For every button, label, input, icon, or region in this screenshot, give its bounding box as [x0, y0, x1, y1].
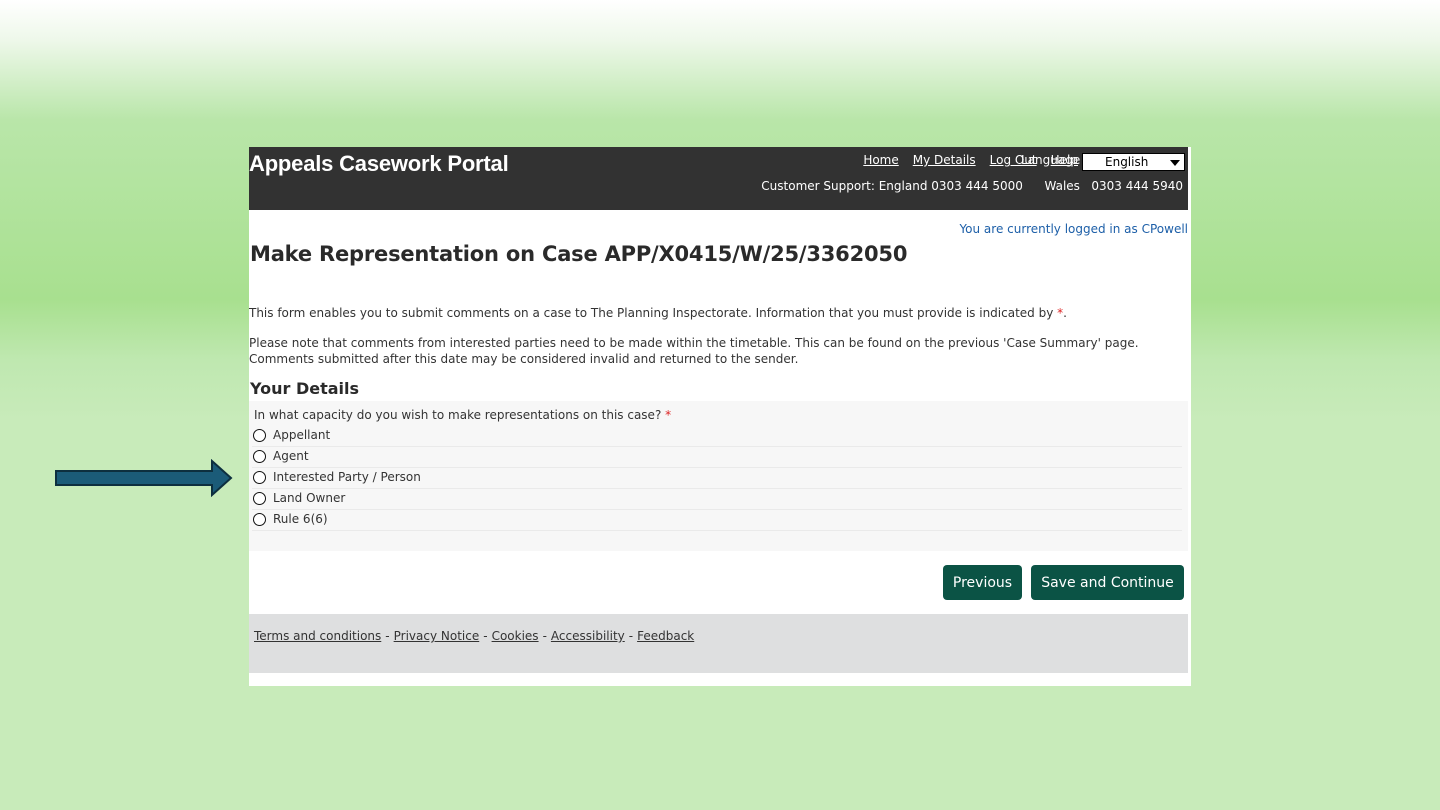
- capacity-question: In what capacity do you wish to make rep…: [254, 408, 671, 422]
- intro-text: This form enables you to submit comments…: [249, 305, 1169, 321]
- radio-option-appellant[interactable]: Appellant: [252, 426, 1182, 447]
- capacity-question-panel: In what capacity do you wish to make rep…: [249, 401, 1188, 551]
- page-title: Make Representation on Case APP/X0415/W/…: [250, 242, 908, 266]
- caret-down-icon: [1170, 160, 1180, 166]
- intro-sentence: This form enables you to submit comments…: [249, 306, 1054, 320]
- portal-header: Appeals Casework Portal Home My Details …: [249, 147, 1188, 210]
- language-label: Language: [1021, 153, 1081, 167]
- radio-unchecked-icon[interactable]: [253, 492, 266, 505]
- save-and-continue-button[interactable]: Save and Continue: [1031, 565, 1184, 600]
- language-selected-value: English: [1105, 155, 1149, 169]
- support-england: England 0303 444 5000: [878, 179, 1023, 193]
- timetable-note: Please note that comments from intereste…: [249, 335, 1169, 367]
- capacity-options: Appellant Agent Interested Party / Perso…: [252, 426, 1182, 531]
- section-title-your-details: Your Details: [250, 379, 360, 398]
- radio-option-rule-6-6[interactable]: Rule 6(6): [252, 510, 1182, 531]
- radio-unchecked-icon[interactable]: [253, 471, 266, 484]
- required-marker: *: [665, 408, 672, 422]
- radio-label[interactable]: Appellant: [273, 428, 330, 442]
- footer-separator: -: [385, 629, 390, 643]
- nav-my-details-link[interactable]: My Details: [913, 153, 976, 167]
- logged-in-status: You are currently logged in as CPowell: [959, 222, 1188, 236]
- radio-unchecked-icon[interactable]: [253, 513, 266, 526]
- radio-label[interactable]: Agent: [273, 449, 309, 463]
- portal-window: Appeals Casework Portal Home My Details …: [249, 147, 1191, 686]
- footer-separator: -: [628, 629, 634, 643]
- radio-option-land-owner[interactable]: Land Owner: [252, 489, 1182, 510]
- customer-support: Customer Support: England 0303 444 5000 …: [761, 179, 1183, 193]
- radio-option-interested-party[interactable]: Interested Party / Person: [252, 468, 1182, 489]
- footer-separator: -: [483, 629, 488, 643]
- footer-link-feedback[interactable]: Feedback: [637, 629, 694, 643]
- support-label: Customer Support:: [761, 179, 875, 193]
- page-footer: Terms and conditions - Privacy Notice - Cook…: [249, 614, 1188, 673]
- footer-link-terms[interactable]: Terms and conditions: [254, 629, 381, 643]
- note-line-2: Comments submitted after this date may b…: [249, 352, 799, 366]
- support-wales: Wales 0303 444 5940: [1044, 179, 1183, 193]
- intro-end: .: [1063, 306, 1067, 320]
- radio-option-agent[interactable]: Agent: [252, 447, 1182, 468]
- footer-links: Terms and conditions - Privacy Notice - Cook…: [254, 629, 694, 643]
- footer-separator: -: [542, 629, 547, 643]
- capacity-question-text: In what capacity do you wish to make rep…: [254, 408, 662, 422]
- nav-home-link[interactable]: Home: [863, 153, 898, 167]
- footer-link-privacy[interactable]: Privacy Notice: [394, 629, 480, 643]
- previous-button[interactable]: Previous: [943, 565, 1022, 600]
- portal-title: Appeals Casework Portal: [249, 151, 509, 176]
- pointer-arrow-icon: [55, 459, 233, 497]
- radio-unchecked-icon[interactable]: [253, 429, 266, 442]
- radio-label[interactable]: Land Owner: [273, 491, 345, 505]
- note-line-1: Please note that comments from intereste…: [249, 336, 1139, 350]
- radio-label[interactable]: Interested Party / Person: [273, 470, 421, 484]
- radio-label[interactable]: Rule 6(6): [273, 512, 328, 526]
- footer-link-accessibility[interactable]: Accessibility: [551, 629, 625, 643]
- radio-unchecked-icon[interactable]: [253, 450, 266, 463]
- language-select[interactable]: English: [1082, 153, 1185, 171]
- footer-link-cookies[interactable]: Cookies: [492, 629, 539, 643]
